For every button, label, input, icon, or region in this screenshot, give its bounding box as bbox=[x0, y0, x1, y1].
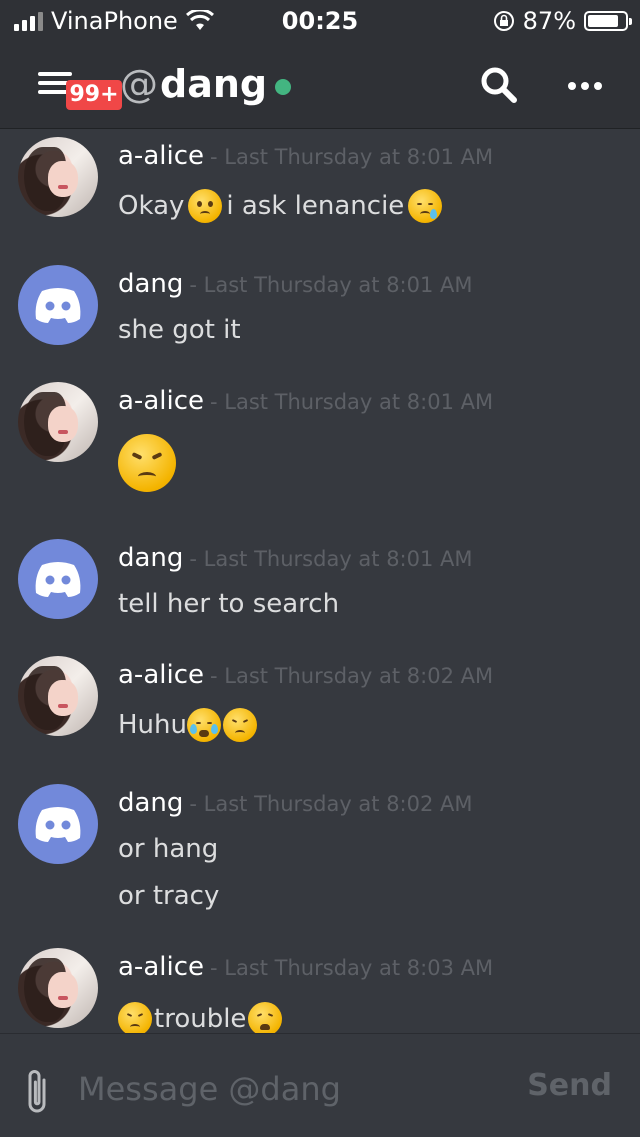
author-name[interactable]: dang bbox=[118, 269, 183, 299]
battery-icon bbox=[584, 11, 632, 31]
status-right: 87% bbox=[493, 7, 632, 35]
text-segment: Okay bbox=[118, 191, 185, 221]
search-button[interactable] bbox=[476, 62, 524, 110]
search-icon bbox=[481, 67, 517, 103]
channel-name: dang bbox=[160, 62, 268, 106]
message-text bbox=[118, 434, 176, 492]
timestamp: - Last Thursday at 8:01 AM bbox=[210, 145, 494, 169]
timestamp: - Last Thursday at 8:03 AM bbox=[210, 956, 494, 980]
message-list[interactable]: a-alice - Last Thursday at 8:01 AM Okay i… bbox=[0, 129, 640, 1033]
author-name[interactable]: a-alice bbox=[118, 141, 204, 171]
online-status-dot bbox=[275, 79, 292, 95]
message-input[interactable] bbox=[78, 1064, 508, 1114]
discord-logo-icon bbox=[35, 562, 81, 597]
persevering-face-emoji bbox=[118, 434, 176, 492]
more-icon bbox=[568, 82, 610, 90]
message-text: or tracy bbox=[118, 881, 219, 911]
message-text: Huhu bbox=[118, 708, 257, 742]
author-name[interactable]: a-alice bbox=[118, 952, 204, 982]
chat-header: 99+ @ dang bbox=[0, 40, 640, 128]
more-button[interactable] bbox=[562, 62, 610, 110]
text-segment: or tracy bbox=[118, 881, 220, 911]
paperclip-icon bbox=[28, 1070, 46, 1113]
message-header: a-alice - Last Thursday at 8:03 AM bbox=[118, 952, 493, 982]
author-name[interactable]: a-alice bbox=[118, 660, 204, 690]
message-header: dang - Last Thursday at 8:01 AM bbox=[118, 269, 473, 299]
message-header: dang - Last Thursday at 8:01 AM bbox=[118, 543, 473, 573]
unread-badge: 99+ bbox=[66, 80, 122, 110]
timestamp: - Last Thursday at 8:02 AM bbox=[189, 792, 473, 816]
send-button[interactable]: Send bbox=[527, 1068, 612, 1103]
author-name[interactable]: dang bbox=[118, 788, 183, 818]
avatar[interactable] bbox=[18, 539, 98, 619]
message-header: a-alice - Last Thursday at 8:02 AM bbox=[118, 660, 493, 690]
discord-logo-icon bbox=[35, 288, 81, 323]
status-bar: VinaPhone 00:25 87% bbox=[0, 0, 640, 40]
message-text: tell her to search bbox=[118, 589, 339, 619]
crying-face-emoji bbox=[187, 708, 221, 742]
text-segment: or hang bbox=[118, 834, 219, 864]
message-composer: Send bbox=[0, 1033, 640, 1137]
top-bar: VinaPhone 00:25 87% 99+ @ dang bbox=[0, 0, 640, 129]
rotation-lock-icon bbox=[493, 11, 514, 31]
timestamp: - Last Thursday at 8:01 AM bbox=[189, 273, 473, 297]
text-segment: tell her to search bbox=[118, 589, 340, 619]
sleepy-face-emoji bbox=[408, 189, 443, 223]
timestamp: - Last Thursday at 8:01 AM bbox=[189, 547, 473, 571]
avatar[interactable] bbox=[18, 382, 98, 462]
message-header: a-alice - Last Thursday at 8:01 AM bbox=[118, 386, 493, 416]
author-name[interactable]: a-alice bbox=[118, 386, 204, 416]
weary-face-emoji bbox=[248, 1002, 283, 1033]
text-segment: Huhu bbox=[118, 710, 187, 740]
message-text: she got it bbox=[118, 315, 241, 345]
attach-button[interactable] bbox=[24, 1066, 52, 1116]
frowning-face-emoji bbox=[188, 189, 223, 223]
timestamp: - Last Thursday at 8:01 AM bbox=[210, 390, 494, 414]
text-segment: she got it bbox=[118, 315, 241, 345]
discord-logo-icon bbox=[35, 807, 81, 842]
avatar[interactable] bbox=[18, 656, 98, 736]
timestamp: - Last Thursday at 8:02 AM bbox=[210, 664, 494, 688]
persevering-face-emoji bbox=[223, 708, 257, 742]
avatar[interactable] bbox=[18, 784, 98, 864]
avatar[interactable] bbox=[18, 137, 98, 217]
at-symbol: @ bbox=[120, 62, 158, 106]
persevering-face-emoji bbox=[118, 1002, 152, 1033]
author-name[interactable]: dang bbox=[118, 543, 183, 573]
text-segment: i ask lenancie bbox=[226, 191, 405, 221]
message-text: Okay i ask lenancie bbox=[118, 189, 446, 223]
message-header: dang - Last Thursday at 8:02 AM bbox=[118, 788, 473, 818]
message-text: trouble bbox=[118, 1002, 283, 1033]
text-segment: trouble bbox=[154, 1004, 247, 1033]
channel-title: @ dang bbox=[120, 62, 292, 106]
avatar[interactable] bbox=[18, 265, 98, 345]
battery-percent: 87% bbox=[522, 7, 576, 35]
message-text: or hang bbox=[118, 834, 218, 864]
message-header: a-alice - Last Thursday at 8:01 AM bbox=[118, 141, 493, 171]
avatar[interactable] bbox=[18, 948, 98, 1028]
